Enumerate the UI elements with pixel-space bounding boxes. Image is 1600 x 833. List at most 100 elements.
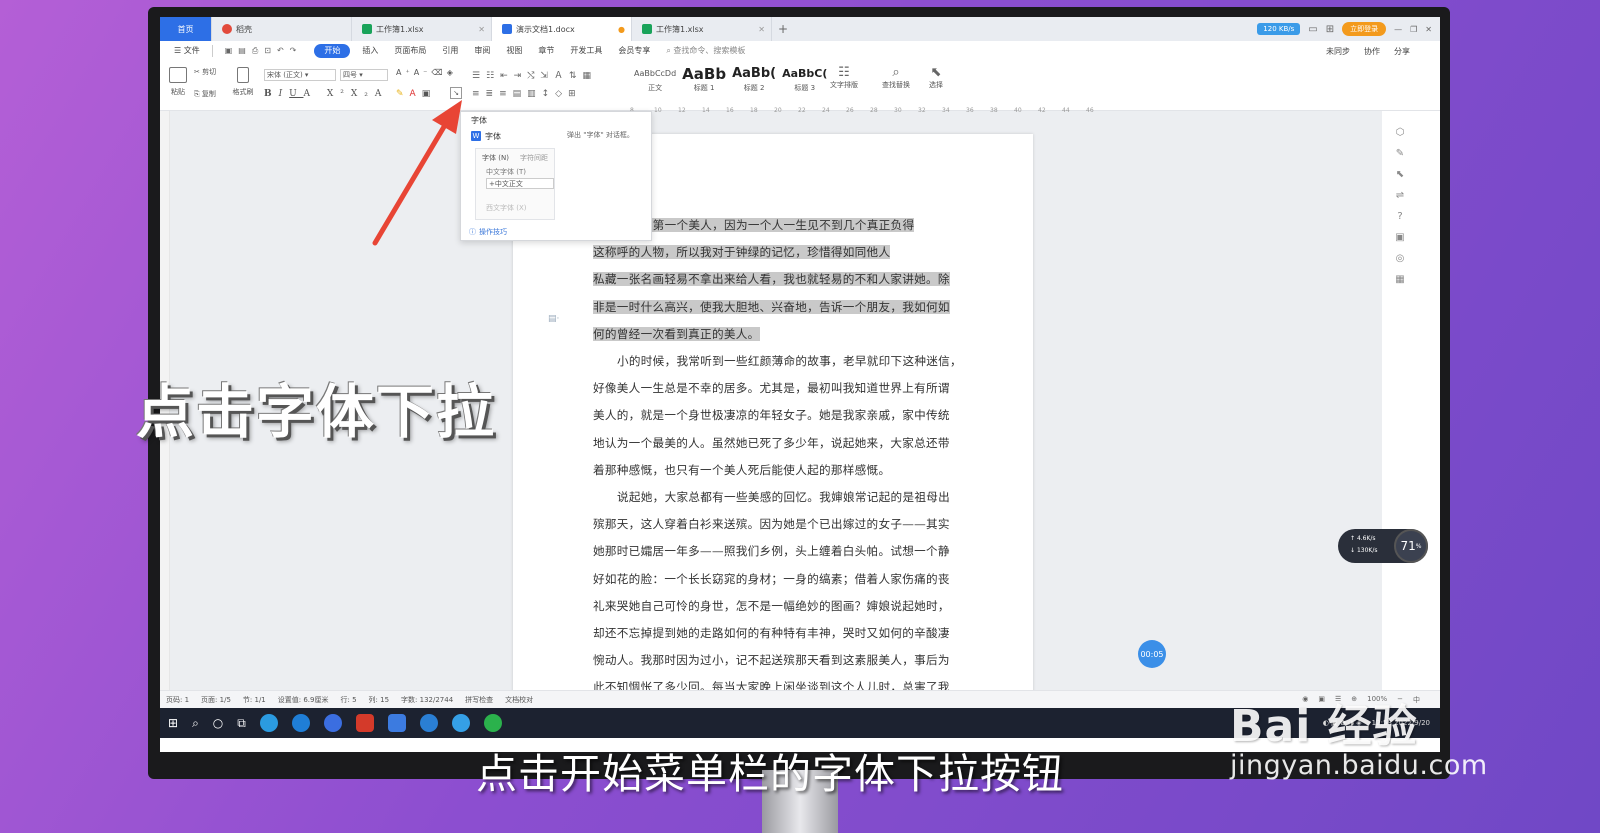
menu-insert[interactable]: 插入: [354, 41, 386, 61]
close-icon[interactable]: ✕: [478, 25, 485, 34]
paragraph-2[interactable]: 小的时候，我常听到一些红颜薄命的故事，老早就印下这种迷信， 好像美人一生总是不幸的…: [593, 348, 962, 484]
edge-icon[interactable]: [291, 714, 310, 732]
line-text: 殡那天，这人穿着白衫来送殡。因为她是个已出嫁过的女子——其实: [593, 517, 950, 532]
text-layout-button[interactable]: ☷ 文字排版: [824, 65, 864, 90]
menu-developer[interactable]: 开发工具: [562, 41, 610, 61]
tab-docer[interactable]: 稻壳: [212, 17, 352, 41]
unsaved-dot-icon: ●: [618, 24, 625, 34]
menu-references[interactable]: 引用: [434, 41, 466, 61]
location-icon[interactable]: ◎: [1396, 253, 1405, 264]
cloud-app-icon[interactable]: [387, 714, 406, 732]
text-line[interactable]: 私藏一张名画轻易不拿出来给人看，我也就轻易的不和人家讲她。除: [593, 266, 955, 293]
status-item[interactable]: 拼写检查: [465, 695, 493, 705]
task-view-icon[interactable]: ⧉: [237, 716, 246, 731]
text-line[interactable]: 她那时已孀居一年多——照我们乡例，头上缠着白头帕。试想一个静: [593, 538, 955, 565]
status-item[interactable]: 文档校对: [505, 695, 533, 705]
style-normal[interactable]: AaBbCcDd 正文: [634, 65, 676, 101]
paste-button[interactable]: 粘贴: [166, 67, 190, 97]
text-line[interactable]: 礼来哭她自己可怜的身世，怎不是一幅绝妙的图画？婶娘说起她时，: [593, 593, 955, 620]
ruler-tick: 46: [1086, 107, 1094, 114]
shape-icon[interactable]: ⬡: [1396, 127, 1405, 138]
text-line[interactable]: 说起她，大家总都有一些美感的回忆。我婶娘常记起的是祖母出: [593, 484, 955, 511]
close-window-icon[interactable]: ✕: [1425, 25, 1432, 34]
paragraph-3[interactable]: 说起她，大家总都有一些美感的回忆。我婶娘常记起的是祖母出殡那天，这人穿着白衫来送…: [593, 484, 955, 702]
tab-home[interactable]: 首页: [160, 17, 212, 41]
style-heading-1[interactable]: AaBb 标题 1: [682, 65, 726, 101]
app-icon[interactable]: [323, 714, 342, 732]
line-text: 惋动人。我那时因为过小，记不起送殡那天看到这素服美人，事后为: [593, 653, 950, 668]
cut-button[interactable]: ✂ 剪切: [194, 67, 216, 77]
wps-icon[interactable]: [355, 714, 374, 732]
image-icon[interactable]: ▣: [1395, 232, 1404, 243]
menu-review[interactable]: 审阅: [466, 41, 498, 61]
font-name-select[interactable]: 宋体 (正文) ▾: [264, 69, 336, 81]
text-line[interactable]: 好如花的脸：一个长长窈窕的身材；一身的缟素；借着人家伤痛的丧: [593, 566, 955, 593]
text-line[interactable]: 好像美人一生总是不幸的居多。尤其是，最初叫我知道世界上有所谓: [593, 375, 955, 402]
text-line[interactable]: 地认为一个最美的人。虽然她已死了多少年，说起她来，大家总还带: [593, 430, 955, 457]
style-heading-3[interactable]: AaBbC(标题 3: [782, 65, 827, 101]
close-icon[interactable]: ✕: [758, 25, 765, 34]
paragraph-marker-icon[interactable]: ▤·: [548, 314, 559, 324]
text-line[interactable]: 非是一时什么高兴，使我大胆地、兴奋地，告诉一个朋友，我如何如: [593, 294, 955, 321]
select-button[interactable]: ⬉ 选择: [922, 65, 950, 90]
text-line[interactable]: 何的曾经一次看到真正的美人。: [593, 321, 955, 348]
minimize-icon[interactable]: —: [1394, 25, 1402, 34]
browser-icon[interactable]: [259, 714, 278, 732]
menu-file[interactable]: ☰ 文件: [166, 41, 208, 61]
layout-icon[interactable]: ▭: [1308, 24, 1317, 35]
text-line[interactable]: 这称呼的人物，所以我对于钟绿的记忆，珍惜得如同他人: [593, 239, 955, 266]
paragraph-tools-row1[interactable]: ☰☷⇤⇥⤭⇲Ａ⇅▦: [472, 68, 597, 81]
tips-link[interactable]: ⓘ 操作技巧: [469, 227, 507, 237]
text-line[interactable]: 惋动人。我那时因为过小，记不起送殡那天看到这素服美人，事后为: [593, 647, 955, 674]
browser-2-icon[interactable]: [451, 714, 470, 732]
ruler-tick: 30: [894, 107, 902, 114]
cortana-icon[interactable]: ○: [213, 716, 223, 730]
style-label: 标题 2: [743, 84, 765, 92]
search-icon[interactable]: ⌕: [192, 716, 199, 731]
styles-gallery[interactable]: AaBbCcDd 正文 AaBb 标题 1 AaBb(标题 2 AaBbC(标题 3: [634, 65, 827, 101]
tab-label: 首页: [177, 24, 194, 34]
help-icon[interactable]: ?: [1397, 211, 1402, 222]
menu-page-layout[interactable]: 页面布局: [386, 41, 434, 61]
menu-chapter[interactable]: 章节: [530, 41, 562, 61]
sync-status[interactable]: 未同步: [1326, 46, 1350, 57]
text-line[interactable]: 美人的，就是一个身世极凄凉的年轻女子。她是我家亲戚，家中传统: [593, 402, 955, 429]
tab-workbook-1[interactable]: 工作簿1.xlsx ✕: [352, 17, 492, 41]
command-search[interactable]: ⌕ 查找命令、搜索模板: [658, 41, 753, 61]
style-heading-2[interactable]: AaBb(标题 2: [732, 65, 776, 101]
find-replace-button[interactable]: ⌕ 查找替换: [876, 65, 916, 90]
tab-document[interactable]: 演示文档1.docx ●: [492, 17, 632, 41]
globe-icon[interactable]: [419, 714, 438, 732]
text-line[interactable]: 小的时候，我常听到一些红颜薄命的故事，老早就印下这种迷信，: [593, 348, 962, 375]
font-size-tools[interactable]: A⁺A⁻⌫◈: [396, 68, 457, 77]
table-icon[interactable]: ▦: [1395, 274, 1404, 285]
adjust-icon[interactable]: ⇌: [1396, 190, 1404, 201]
restore-icon[interactable]: ❐: [1410, 25, 1417, 34]
share-button[interactable]: 分享: [1394, 46, 1410, 57]
tooltip-heading-text: 字体: [485, 131, 501, 141]
menu-view[interactable]: 视图: [498, 41, 530, 61]
text-line[interactable]: 殡那天，这人穿着白衫来送殡。因为她是个已出嫁过的女子——其实: [593, 511, 955, 538]
ruler-tick: 42: [1038, 107, 1046, 114]
menu-member[interactable]: 会员专享: [610, 41, 658, 61]
status-item: 行: 5: [340, 695, 357, 704]
speed-widget: ↑ 4.6K/s ↓ 130K/s 71%: [1338, 529, 1428, 563]
format-painter-button[interactable]: 格式刷: [230, 67, 256, 97]
selected-text: 记忆中第一个美人，因为一个人一生见不到几个真正负得: [617, 218, 915, 232]
copy-button[interactable]: ⎘ 复制: [194, 89, 216, 99]
text-line[interactable]: 却还不忘掉提到她的走路如何的有种特有丰神，哭时又如何的辛酸凄: [593, 620, 955, 647]
login-button[interactable]: 立即登录: [1342, 22, 1387, 36]
tab-workbook-2[interactable]: 工作簿1.xlsx ✕: [632, 17, 772, 41]
grid-icon[interactable]: ⊞: [1326, 24, 1334, 35]
pointer-icon[interactable]: ⬉: [1396, 169, 1404, 180]
windows-start-icon[interactable]: ⊞: [168, 716, 178, 730]
font-size-select[interactable]: 四号 ▾: [340, 69, 388, 81]
pen-icon[interactable]: ✎: [1396, 148, 1404, 159]
text-line[interactable]: 着那种感慨，也只有一个美人死后能使人起的那样感慨。: [593, 457, 955, 484]
collaborate-button[interactable]: 协作: [1364, 46, 1380, 57]
paragraph-tools-row2[interactable]: ≡≣≡▤▥↕◇⊞: [472, 89, 582, 99]
wechat-icon[interactable]: [483, 714, 502, 732]
menu-start[interactable]: 开始: [314, 44, 351, 58]
new-tab-button[interactable]: +: [772, 17, 794, 41]
quick-access-icons[interactable]: ▣▤⎙⊡↶↷: [217, 41, 311, 61]
